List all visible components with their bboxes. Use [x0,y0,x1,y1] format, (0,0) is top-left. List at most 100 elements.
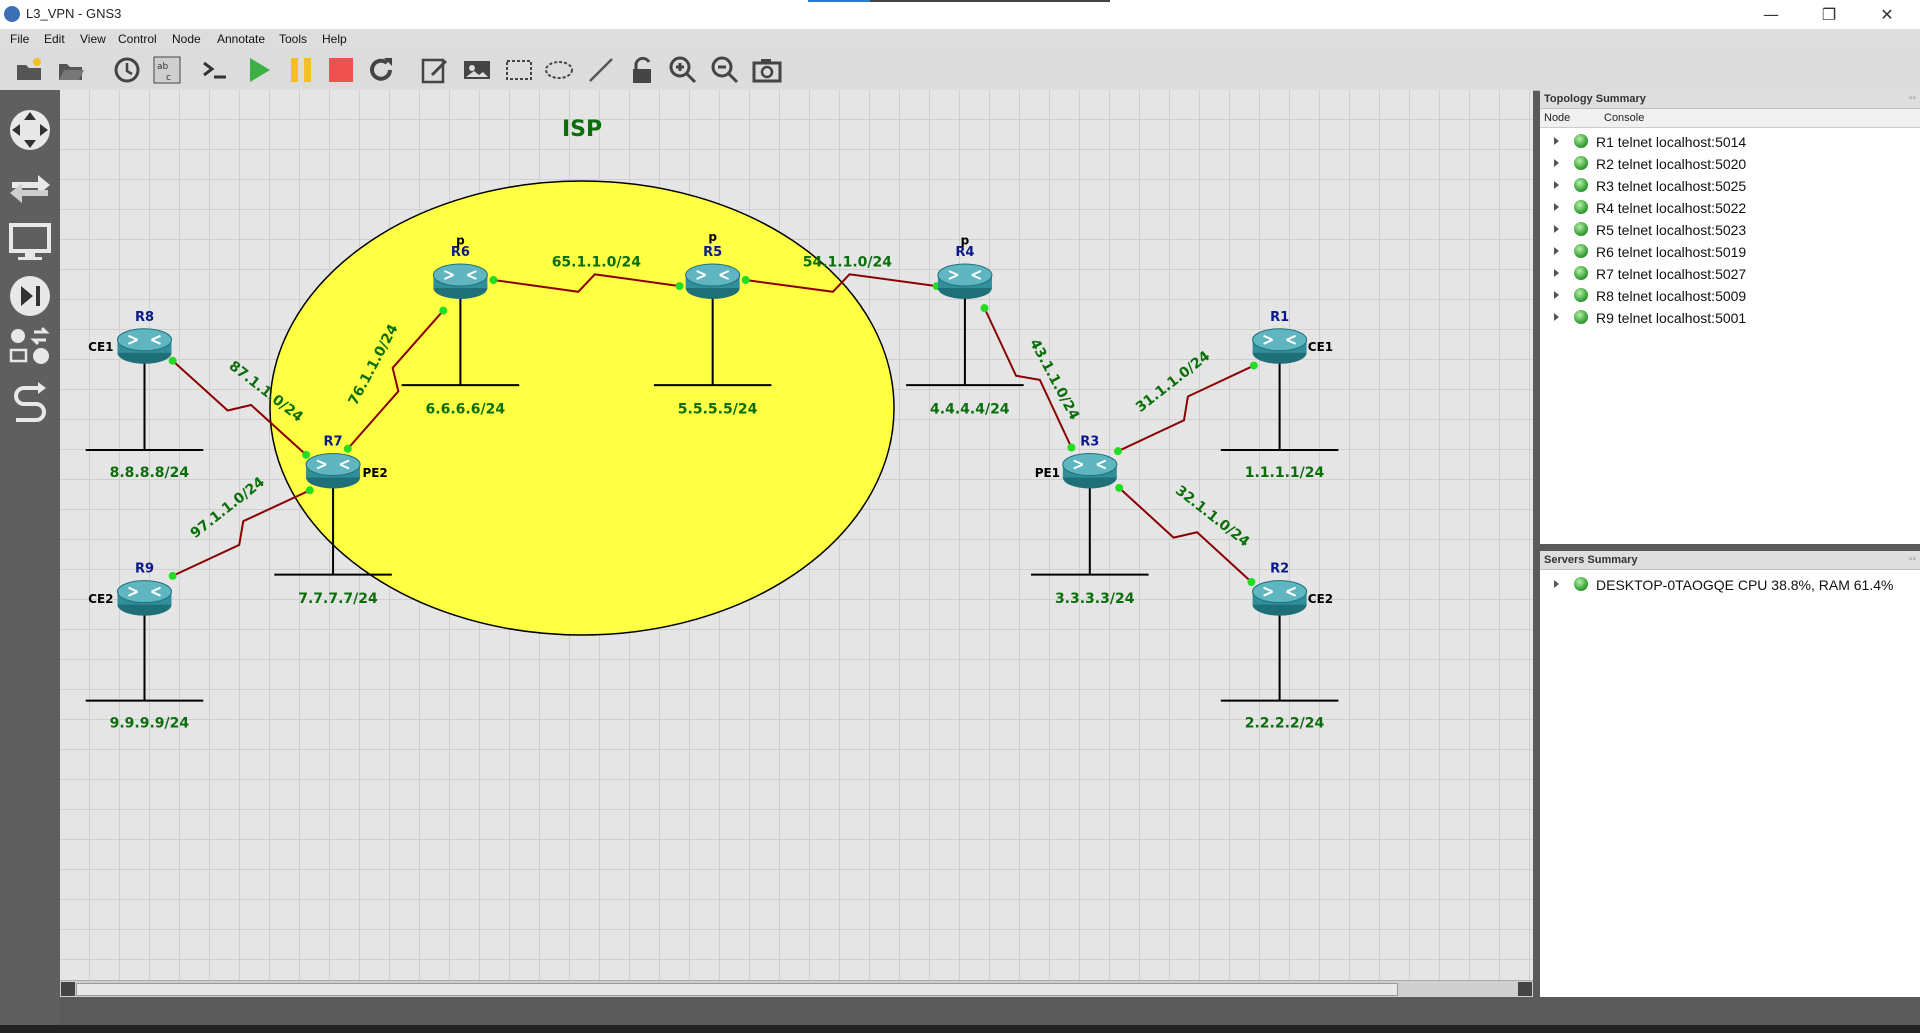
menu-node[interactable]: Node [172,32,201,46]
topology-row-r4[interactable]: R4 telnet localhost:5022 [1540,196,1920,218]
link-subnet-label: 54.1.1.0/24 [803,255,893,271]
menu-annotate[interactable]: Annotate [217,32,265,46]
zoom-in-icon[interactable] [668,55,698,85]
topology-summary-list: R1 telnet localhost:5014 R2 telnet local… [1540,128,1920,328]
interface-up-dot [1113,447,1122,456]
router-r3[interactable] [1062,453,1118,489]
router-name-label: R7 [324,435,343,450]
expand-arrow-icon[interactable] [1554,203,1559,211]
status-green-icon [1574,222,1588,236]
interface-up-dot [741,275,750,284]
topology-diagram: ISP 8.8.8.8/24 9.9.9.9/24 7.7.7.7/24 6.6.6.… [85,117,1339,732]
show-interfaces-icon[interactable]: abc [152,55,182,85]
lan-subnet-label: 3.3.3.3/24 [1055,591,1135,607]
router-role-label: CE1 [1308,340,1333,354]
router-r9[interactable] [116,580,172,616]
link-subnet-label: 97.1.1.0/24 [188,474,268,542]
topology-row-r3[interactable]: R3 telnet localhost:5025 [1540,174,1920,196]
canvas-scrollbar[interactable] [60,980,1533,997]
menu-control[interactable]: Control [118,32,157,46]
isp-ellipse[interactable] [269,180,895,636]
router-r1[interactable] [1252,328,1308,364]
pause-all-icon[interactable] [286,55,316,85]
link-subnet-label: 31.1.1.0/24 [1133,348,1213,416]
menu-edit[interactable]: Edit [44,32,65,46]
servers-summary-panel: Servers Summary ▫▫ DESKTOP-0TAOGQE CPU 3… [1540,551,1920,997]
reload-all-icon[interactable] [366,55,396,85]
draw-ellipse-icon[interactable] [544,55,574,85]
draw-line-icon[interactable] [586,55,616,85]
router-r7[interactable] [305,453,361,489]
router-r8[interactable] [116,328,172,364]
draw-rectangle-icon[interactable] [504,55,534,85]
scroll-left-arrow[interactable] [61,982,75,996]
lan-subnet-label: 9.9.9.9/24 [110,716,190,732]
expand-arrow-icon[interactable] [1554,269,1559,277]
interface-up-dot [439,306,448,315]
router-name-label: R9 [135,562,154,577]
restore-button[interactable]: ❐ [1806,0,1852,29]
gns3-app-icon [4,6,20,22]
minimize-button[interactable]: — [1748,0,1794,29]
router-top [305,453,361,477]
expand-arrow-icon[interactable] [1554,580,1559,588]
router-r4[interactable] [937,263,993,299]
topology-row-r6[interactable]: R6 telnet localhost:5019 [1540,240,1920,262]
router-r5[interactable] [685,263,741,299]
snapshot-clock-icon[interactable] [112,55,142,85]
browse-routers-icon[interactable] [8,108,52,152]
panel-float-close-icon[interactable]: ▫▫ [1909,554,1916,565]
browse-switches-icon[interactable] [8,166,52,210]
interface-up-dot [168,356,177,365]
topology-row-r8[interactable]: R8 telnet localhost:5009 [1540,284,1920,306]
col-node[interactable]: Node [1544,112,1570,124]
add-link-icon[interactable] [8,380,52,424]
expand-arrow-icon[interactable] [1554,159,1559,167]
topology-row-r2[interactable]: R2 telnet localhost:5020 [1540,152,1920,174]
interface-up-dot [675,282,684,291]
browse-security-icon[interactable] [8,274,52,318]
expand-arrow-icon[interactable] [1554,291,1559,299]
scroll-right-arrow[interactable] [1518,982,1532,996]
topology-summary-columns: Node Console [1540,109,1920,128]
scroll-thumb[interactable] [76,983,1398,996]
insert-image-icon[interactable] [462,55,492,85]
lock-icon[interactable] [628,55,658,85]
expand-arrow-icon[interactable] [1554,137,1559,145]
open-project-icon[interactable] [14,55,44,85]
expand-arrow-icon[interactable] [1554,181,1559,189]
os-taskbar-edge [0,1025,1920,1033]
lan-subnet-label: 7.7.7.7/24 [298,591,378,607]
zoom-out-icon[interactable] [710,55,740,85]
expand-arrow-icon[interactable] [1554,247,1559,255]
stop-all-icon[interactable] [326,55,356,85]
topology-row-r5[interactable]: R5 telnet localhost:5023 [1540,218,1920,240]
browse-end-devices-icon[interactable] [8,220,52,264]
topology-row-r1[interactable]: R1 telnet localhost:5014 [1540,130,1920,152]
menu-view[interactable]: View [80,32,106,46]
status-green-icon [1574,134,1588,148]
menu-help[interactable]: Help [322,32,347,46]
screenshot-icon[interactable] [752,55,782,85]
topology-row-r9[interactable]: R9 telnet localhost:5001 [1540,306,1920,328]
menu-file[interactable]: File [10,32,29,46]
server-row[interactable]: DESKTOP-0TAOGQE CPU 38.8%, RAM 61.4% [1540,573,1920,595]
menu-tools[interactable]: Tools [279,32,307,46]
lan-subnet-label: 1.1.1.1/24 [1245,465,1325,481]
close-button[interactable]: ✕ [1864,0,1910,29]
router-r6[interactable] [432,263,488,299]
panel-float-close-icon[interactable]: ▫▫ [1909,93,1916,104]
start-all-icon[interactable] [244,55,274,85]
expand-arrow-icon[interactable] [1554,225,1559,233]
router-r2[interactable] [1252,580,1308,616]
topology-canvas[interactable]: ISP 8.8.8.8/24 9.9.9.9/24 7.7.7.7/24 6.6.6.… [60,90,1533,980]
expand-arrow-icon[interactable] [1554,313,1559,321]
topology-row-r7[interactable]: R7 telnet localhost:5027 [1540,262,1920,284]
open-folder-icon[interactable] [56,55,86,85]
device-sidebar [0,90,60,1033]
browse-all-devices-icon[interactable] [8,326,52,370]
router-name-label: R8 [135,310,154,325]
console-all-icon[interactable] [200,55,230,85]
col-console[interactable]: Console [1604,112,1644,124]
add-note-icon[interactable] [420,55,450,85]
